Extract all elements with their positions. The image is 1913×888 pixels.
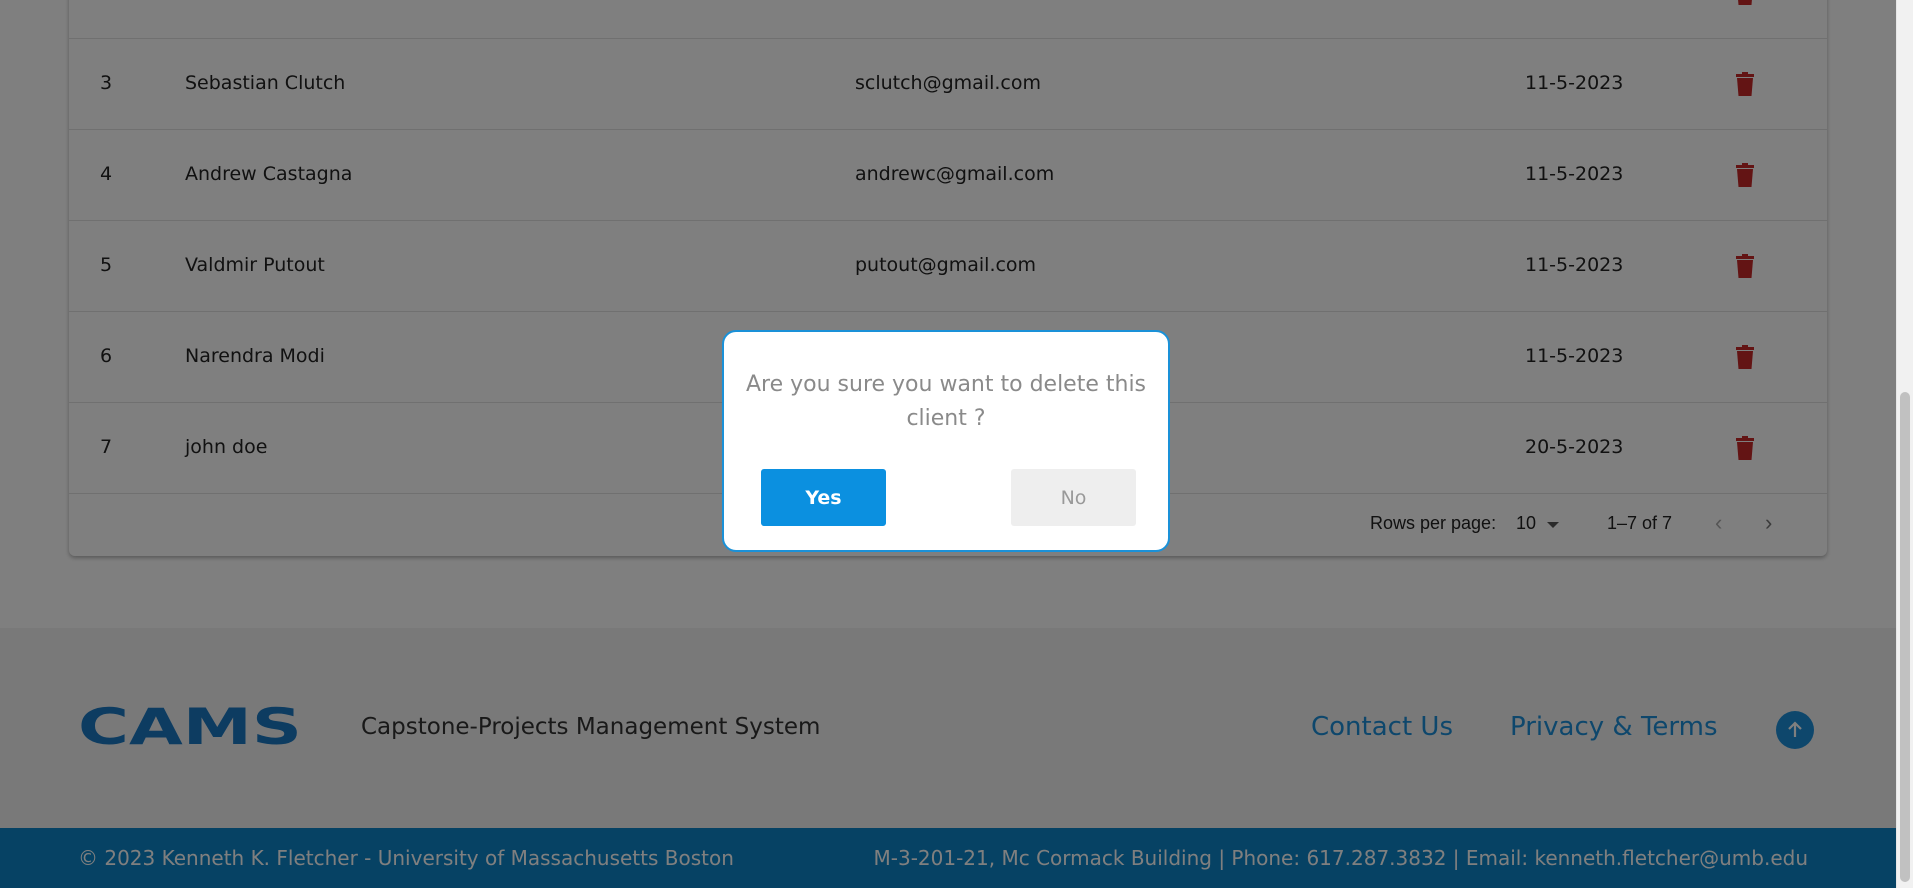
dialog-message: Are you sure you want to delete this cli… xyxy=(745,372,1147,431)
delete-confirm-dialog: Are you sure you want to delete this cli… xyxy=(722,330,1170,552)
scrollbar-thumb[interactable] xyxy=(1900,392,1910,882)
page-scrollbar[interactable] xyxy=(1896,0,1913,888)
no-button[interactable]: No xyxy=(1011,469,1136,526)
yes-button[interactable]: Yes xyxy=(761,469,886,526)
